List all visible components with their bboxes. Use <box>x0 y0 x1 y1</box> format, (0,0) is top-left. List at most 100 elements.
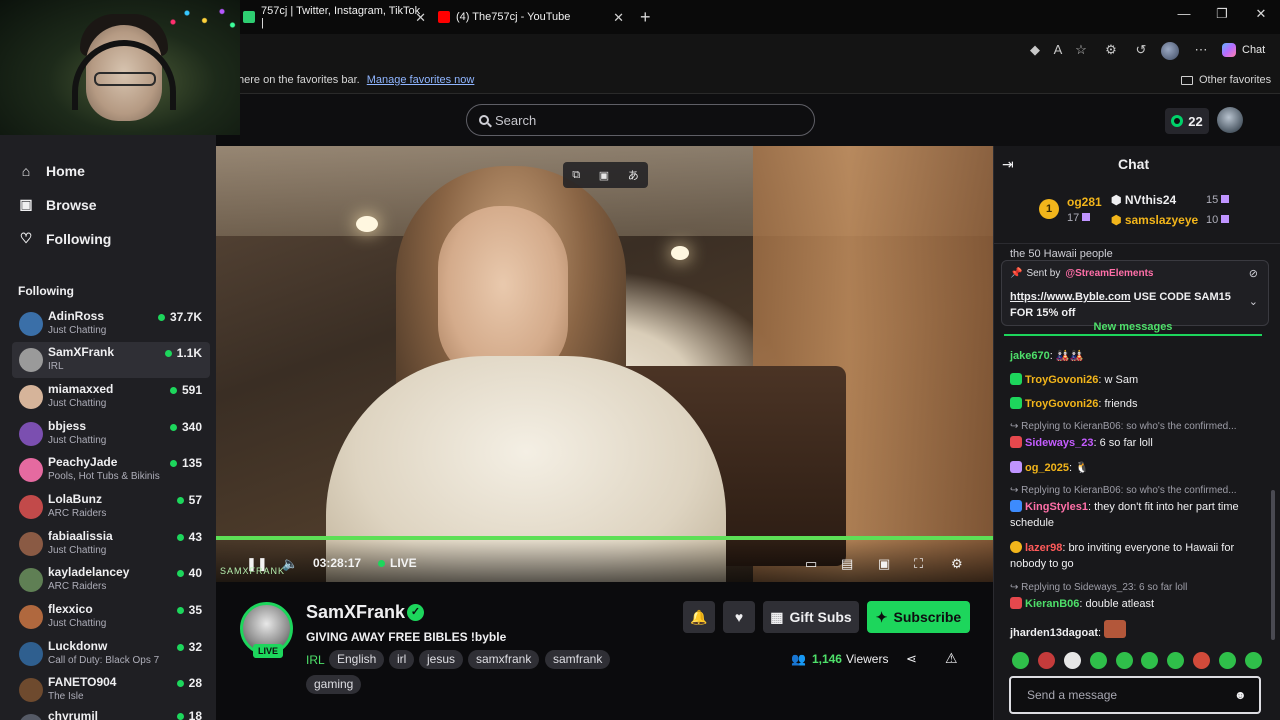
settings-gear-icon[interactable]: ⚙ <box>951 556 963 572</box>
tag[interactable]: irl <box>389 650 415 669</box>
reply-context[interactable]: ↪ Replying to KieranB06: so who's the co… <box>1010 485 1265 496</box>
subscribe-button[interactable]: ✦ Subscribe <box>867 601 970 633</box>
chat-scrollbar[interactable] <box>1271 490 1275 640</box>
nav-home[interactable]: ⌂ Home <box>18 163 85 179</box>
more-icon[interactable]: ⋯ <box>1193 42 1209 58</box>
emote-icon[interactable] <box>1141 652 1159 669</box>
channel-name[interactable]: SamXFrank <box>306 602 405 623</box>
leaderboard-name[interactable]: ⬢ NVthis24 <box>1111 193 1176 207</box>
followed-channel[interactable]: Luckdonw Call of Duty: Black Ops 7 32 <box>12 636 210 672</box>
pinned-author[interactable]: @StreamElements <box>1065 268 1153 279</box>
emote-icon[interactable] <box>1063 652 1081 669</box>
favorite-star-icon[interactable]: ☆ <box>1073 42 1089 58</box>
browser-tab-youtube[interactable]: (4) The757cj - YouTube ✕ <box>438 6 624 28</box>
tag-icon[interactable]: ◆ <box>1027 42 1043 58</box>
other-favorites-button[interactable]: Other favorites <box>1181 74 1271 86</box>
share-icon[interactable]: ⋖ <box>906 651 917 667</box>
nav-browse[interactable]: ▣ Browse <box>18 196 96 213</box>
reply-context[interactable]: ↪ Replying to KieranB06: so who's the co… <box>1010 421 1265 432</box>
collapse-chat-icon[interactable]: ⇥ <box>1002 156 1014 173</box>
browser-tab-twitter[interactable]: 757cj | Twitter, Instagram, TikTok | ✕ <box>243 5 426 29</box>
followed-channel[interactable]: LolaBunz ARC Raiders 57 <box>12 489 210 525</box>
followed-channel[interactable]: FANETO904 The Isle 28 <box>12 672 210 708</box>
chat-title: Chat <box>1118 156 1150 172</box>
followed-channel[interactable]: miamaxxed Just Chatting 591 <box>12 379 210 415</box>
history-icon[interactable]: ↺ <box>1133 42 1149 58</box>
followed-channel[interactable]: fabiaalissia Just Chatting 43 <box>12 526 210 562</box>
visual-search-icon[interactable]: ▣ <box>599 169 609 182</box>
leaderboard-name[interactable]: ⬢ samslazyeye <box>1111 213 1198 227</box>
chevron-down-icon[interactable]: ⌄ <box>1249 295 1258 308</box>
hide-pinned-icon[interactable]: ⊘ <box>1249 267 1258 280</box>
fullscreen-icon[interactable]: ⛶ <box>914 556 923 572</box>
chat-username[interactable]: TroyGovoni26 <box>1025 398 1098 410</box>
tag[interactable]: samfrank <box>545 650 611 669</box>
window-close-icon[interactable]: ✕ <box>1251 6 1271 22</box>
pin-icon: 📌 <box>1010 268 1023 279</box>
followed-channel[interactable]: SamXFrank IRL 1.1K <box>12 342 210 378</box>
emote-icon[interactable] <box>1089 652 1107 669</box>
category-link[interactable]: IRL <box>306 653 325 667</box>
report-icon[interactable]: ⚠ <box>945 650 958 667</box>
emote-icon[interactable] <box>1219 652 1236 669</box>
tag[interactable]: samxfrank <box>468 650 540 669</box>
channel-points-badge[interactable]: 22 <box>1165 108 1209 134</box>
chat-message-input[interactable]: Send a message <box>1009 676 1261 714</box>
channel-category: Call of Duty: Black Ops 7 <box>48 655 160 666</box>
chat-username[interactable]: TroyGovoni26 <box>1025 374 1098 386</box>
followed-channel[interactable]: PeachyJade Pools, Hot Tubs & Bikinis 135 <box>12 452 210 488</box>
emote-icon[interactable] <box>1167 652 1185 669</box>
leaderboard-name[interactable]: og281 <box>1067 195 1102 209</box>
follow-button[interactable]: ♥ <box>723 601 755 633</box>
chat-username[interactable]: jharden13dagoat <box>1010 627 1098 639</box>
live-dot-icon <box>164 349 172 357</box>
followed-channel[interactable]: chyrumil 18 <box>12 708 210 720</box>
copilot-chat-button[interactable]: Chat <box>1222 40 1265 60</box>
emote-picker-icon[interactable]: ☻ <box>1234 688 1247 702</box>
chat-username[interactable]: og_2025 <box>1025 462 1069 474</box>
followed-channel[interactable]: flexxico Just Chatting 35 <box>12 599 210 635</box>
followed-channel[interactable]: kayladelancey ARC Raiders 40 <box>12 562 210 598</box>
read-aloud-icon[interactable]: A <box>1050 42 1066 58</box>
notification-bell-button[interactable]: 🔔 <box>683 601 715 633</box>
user-avatar[interactable] <box>1217 107 1243 133</box>
pinned-link[interactable]: https://www.Byble.com <box>1010 291 1131 303</box>
search-input[interactable]: Search <box>466 104 815 136</box>
chat-username[interactable]: lazer98 <box>1025 542 1062 554</box>
video-player[interactable] <box>216 146 993 582</box>
followed-channel[interactable]: bbjess Just Chatting 340 <box>12 416 210 452</box>
mini-player-icon[interactable]: ▭ <box>805 556 817 572</box>
tag[interactable]: English <box>329 650 385 669</box>
followed-channel[interactable]: AdinRoss Just Chatting 37.7K <box>12 306 210 342</box>
extensions-icon[interactable]: ⚙ <box>1103 42 1119 58</box>
browser-profile-avatar[interactable] <box>1161 42 1179 60</box>
emote-icon[interactable] <box>1115 652 1133 669</box>
close-icon[interactable]: ✕ <box>613 10 624 26</box>
emote-icon[interactable] <box>1244 652 1262 669</box>
tag[interactable]: gaming <box>306 675 362 694</box>
theatre-mode-icon[interactable]: ▣ <box>878 556 890 572</box>
chat-username[interactable]: KieranB06 <box>1025 598 1079 610</box>
close-icon[interactable]: ✕ <box>415 10 426 26</box>
new-tab-icon[interactable]: + <box>640 7 651 28</box>
nav-following[interactable]: ♡ Following <box>18 230 112 247</box>
viewer-count: 37.7K <box>157 310 202 324</box>
pinned-message[interactable]: 📌 Sent by @StreamElements ⊘ https://www.… <box>1001 260 1269 326</box>
chat-username[interactable]: Sideways_23 <box>1025 437 1094 449</box>
minimize-icon[interactable]: — <box>1174 6 1194 21</box>
maximize-icon[interactable]: ❐ <box>1212 6 1232 22</box>
emote-icon[interactable] <box>1193 652 1211 669</box>
chat-username[interactable]: jake670 <box>1010 350 1050 362</box>
emote-icon[interactable] <box>1012 652 1029 669</box>
reply-context[interactable]: ↪ Replying to Sideways_23: 6 so far loll <box>1010 582 1265 593</box>
leaderboard-name-text: samslazyeye <box>1124 213 1199 227</box>
translate-icon[interactable]: あ <box>628 167 639 183</box>
viewer-count: 591 <box>169 383 202 397</box>
gift-subs-button[interactable]: ▦ Gift Subs <box>763 601 859 633</box>
clip-icon[interactable]: ▤ <box>841 556 853 572</box>
tag[interactable]: jesus <box>419 650 464 669</box>
emote-icon[interactable] <box>1037 652 1055 669</box>
exit-picture-icon[interactable]: ⧉ <box>572 169 580 182</box>
chat-username[interactable]: KingStyles1 <box>1025 501 1088 513</box>
manage-favorites-link[interactable]: Manage favorites now <box>367 74 475 86</box>
